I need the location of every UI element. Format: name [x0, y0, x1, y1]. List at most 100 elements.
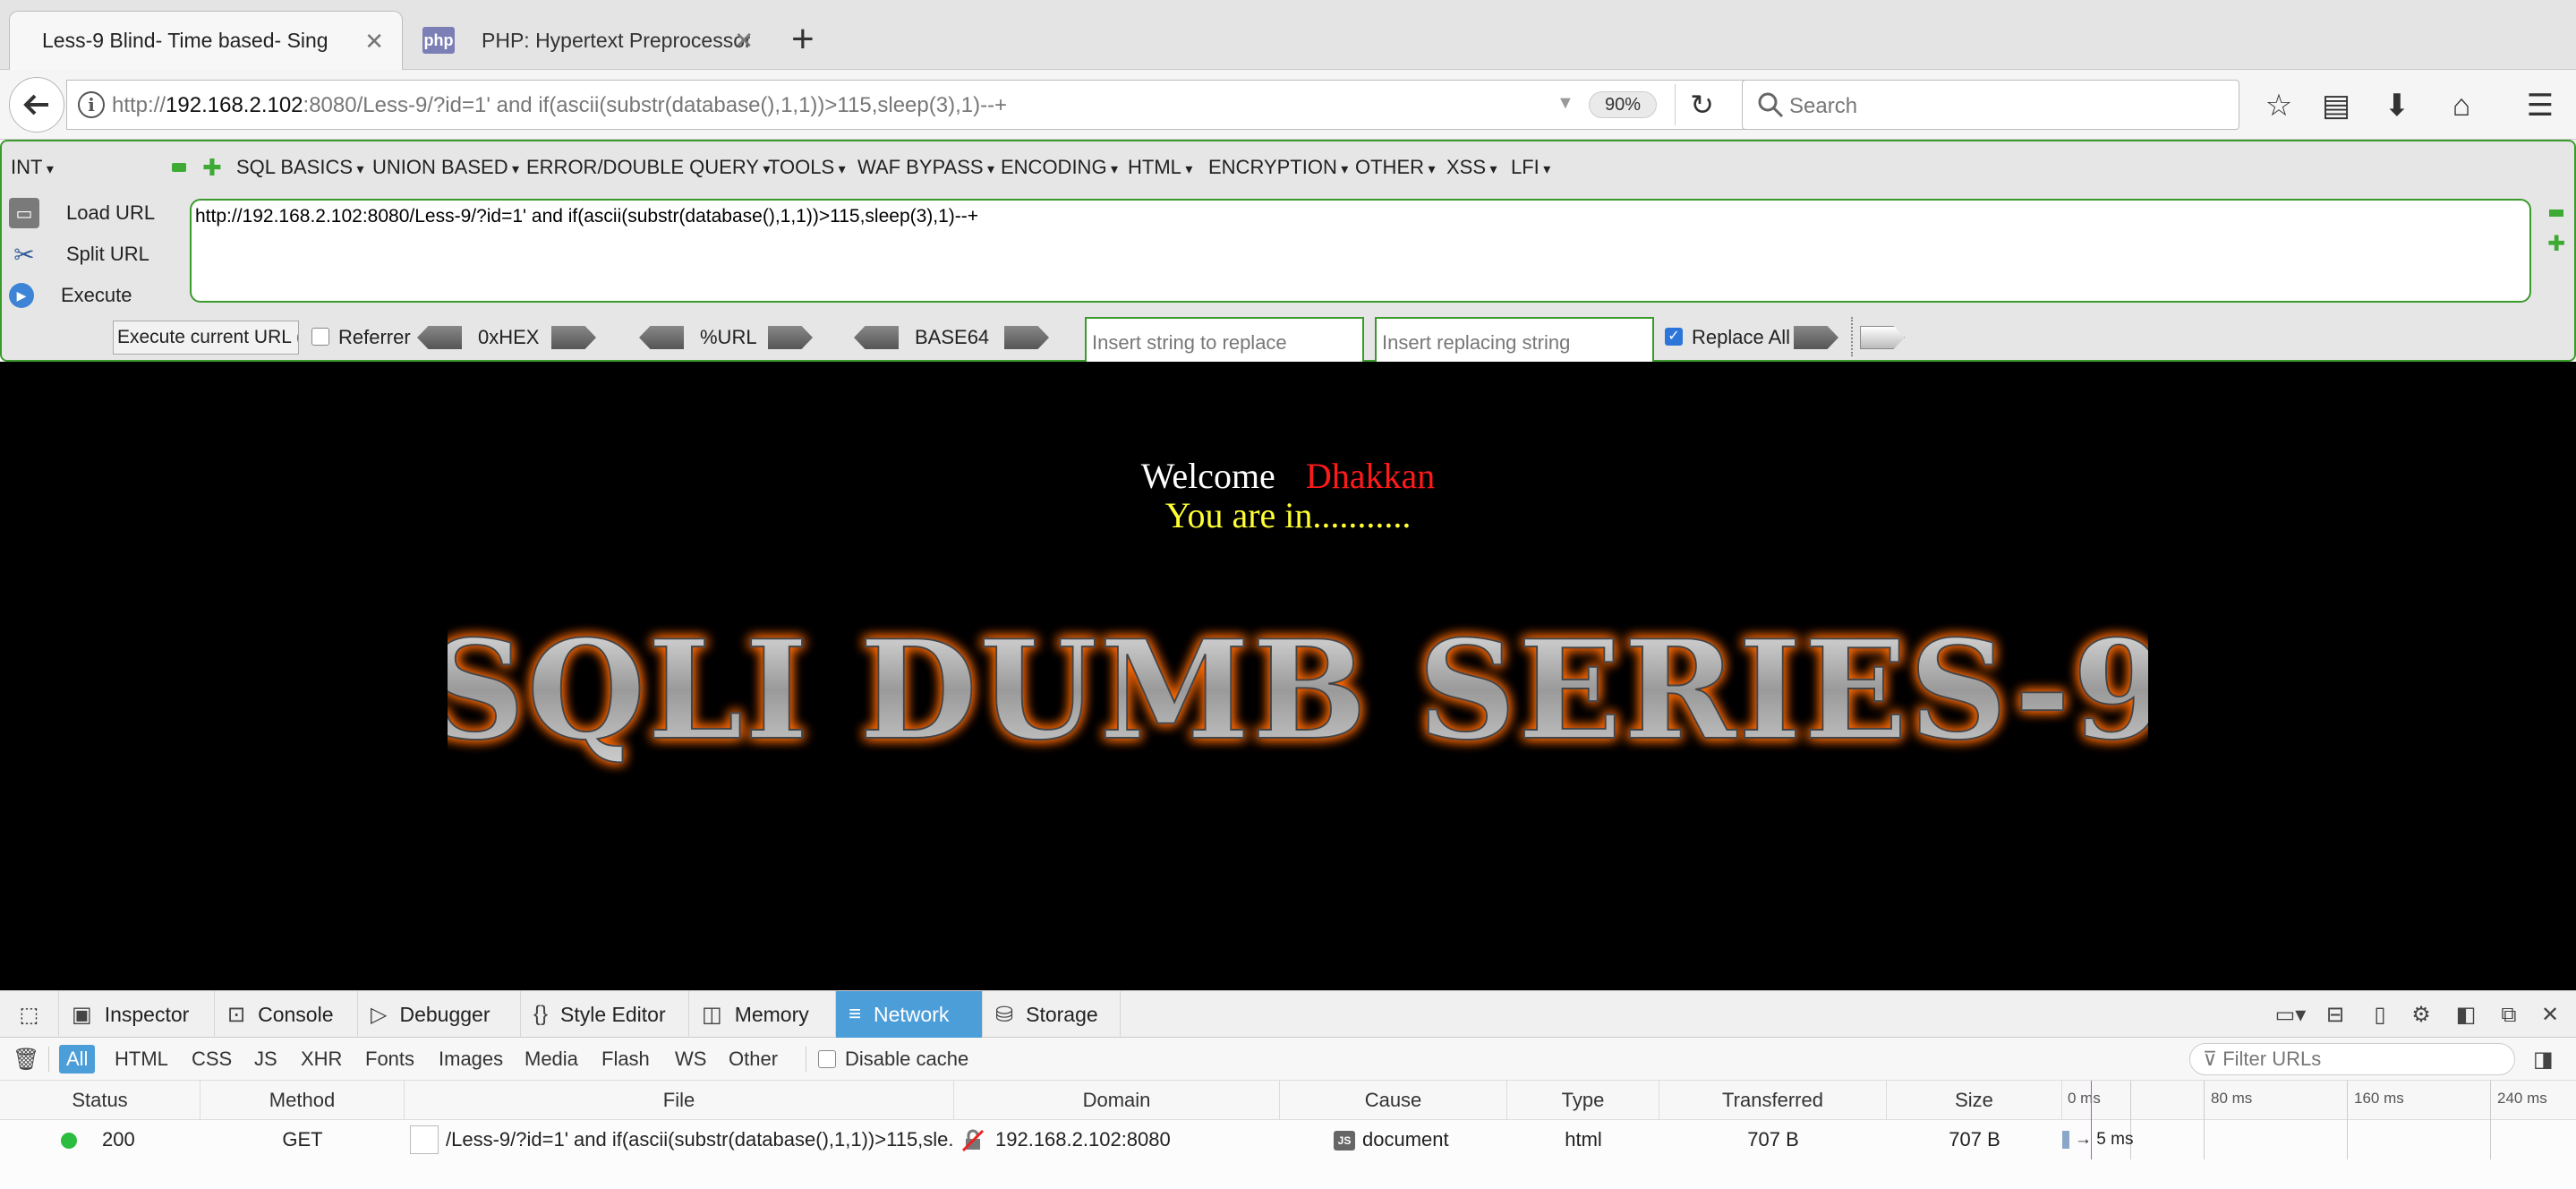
tab-debugger[interactable]: ▷ Debugger [358, 991, 521, 1038]
devtools-panel: ⬚ ▣ Inspector ⊡ Console ▷ Debugger {} Style … [0, 990, 2576, 1189]
filter-media[interactable]: Media [517, 1045, 585, 1074]
tab-storage[interactable]: ⛁ Storage [983, 991, 1121, 1038]
menu-lfi[interactable]: LFI [1511, 156, 1550, 179]
menu-union-based[interactable]: UNION BASED [372, 156, 519, 179]
back-button[interactable] [9, 77, 64, 133]
tab-inspector[interactable]: ▣ Inspector [59, 991, 215, 1038]
col-method[interactable]: Method [200, 1081, 405, 1120]
home-icon[interactable]: ⌂ [2442, 86, 2481, 125]
replace-execute-arrow-icon[interactable] [1860, 326, 1905, 349]
table-row[interactable]: 200 GET /Less-9/?id=1' and if(ascii(subs… [0, 1120, 2576, 1159]
menu-sql-basics[interactable]: SQL BASICS [236, 156, 364, 179]
filter-all[interactable]: All [59, 1045, 96, 1074]
menu-tools[interactable]: TOOLS [768, 156, 846, 179]
user-name: Dhakkan [1305, 456, 1436, 496]
url-text[interactable]: http://192.168.2.102:8080/Less-9/?id=1' … [112, 93, 1007, 118]
responsive-design-icon[interactable]: ▯ [2367, 1002, 2393, 1029]
tab-network[interactable]: ≡ Network [836, 991, 983, 1038]
settings-gear-icon[interactable]: ⚙ [2408, 1002, 2435, 1029]
zoom-indicator[interactable]: 90% [1589, 91, 1657, 118]
search-bar[interactable]: Search [1742, 80, 2239, 130]
split-console-icon[interactable]: ▭▾ [2270, 1002, 2311, 1029]
split-url-button[interactable]: ✂ Split URL [9, 236, 188, 272]
col-status[interactable]: Status [0, 1081, 200, 1120]
tab-label: Network [874, 1002, 950, 1026]
trash-icon[interactable]: 🗑 [13, 1047, 39, 1073]
menu-encoding[interactable]: ENCODING [1001, 156, 1118, 179]
filter-fonts[interactable]: Fonts [358, 1045, 422, 1074]
execute-button[interactable]: ▶ Execute [9, 278, 188, 313]
filter-urls-input[interactable]: ⊽ Filter URLs [2189, 1043, 2515, 1075]
new-tab-icon[interactable]: + [791, 20, 815, 59]
dock-side-icon[interactable]: ◧ [2452, 1002, 2479, 1029]
close-tab-icon[interactable]: ✕ [364, 28, 384, 56]
menu-error-double-query[interactable]: ERROR/DOUBLE QUERY [526, 156, 770, 179]
url-decode-arrow-icon[interactable] [639, 326, 684, 349]
referrer-checkbox[interactable] [311, 328, 329, 346]
col-file[interactable]: File [405, 1081, 954, 1120]
bookmark-star-icon[interactable]: ☆ [2259, 86, 2299, 125]
reader-filter-icon[interactable]: ▼ [1557, 93, 1574, 114]
col-transferred[interactable]: Transferred [1659, 1081, 1887, 1120]
toggle-sidebar-icon[interactable]: ◨ [2533, 1047, 2554, 1073]
hackbar-url-textarea[interactable]: http://192.168.2.102:8080/Less-9/?id=1' … [190, 199, 2531, 303]
hex-decode-arrow-icon[interactable] [417, 326, 462, 349]
tab-style-editor[interactable]: {} Style Editor [521, 991, 689, 1038]
col-type[interactable]: Type [1507, 1081, 1659, 1120]
tab-memory[interactable]: ◫ Memory [689, 991, 836, 1038]
menu-other[interactable]: OTHER [1355, 156, 1435, 179]
filter-js[interactable]: JS [247, 1045, 285, 1074]
filter-flash[interactable]: Flash [594, 1045, 657, 1074]
close-tab-icon[interactable]: ✕ [734, 27, 754, 55]
filter-ws[interactable]: WS [668, 1045, 713, 1074]
replace-arrow-icon[interactable] [1794, 326, 1838, 349]
replace-string-input[interactable]: Insert string to replace [1085, 317, 1364, 365]
tab-php[interactable]: php PHP: Hypertext Preprocessor ✕ [414, 11, 772, 70]
col-cause[interactable]: Cause [1280, 1081, 1507, 1120]
scratchpad-icon[interactable]: ⊟ [2322, 1002, 2349, 1029]
disable-cache-checkbox[interactable] [818, 1050, 836, 1068]
filter-images[interactable]: Images [431, 1045, 510, 1074]
tab-less9[interactable]: Less-9 Blind- Time based- Single Qu ✕ [9, 11, 403, 70]
replacing-string-input[interactable]: Insert replacing string [1375, 317, 1654, 365]
undock-icon[interactable]: ⧉ [2495, 1002, 2522, 1029]
menu-waf-bypass[interactable]: WAF BYPASS [857, 156, 994, 179]
menu-encryption[interactable]: ENCRYPTION [1208, 156, 1348, 179]
filter-html[interactable]: HTML [107, 1045, 175, 1074]
tab-console[interactable]: ⊡ Console [215, 991, 358, 1038]
hackbar-collapse-icon[interactable] [2549, 210, 2563, 217]
replace-all-checkbox[interactable]: ✓ [1665, 328, 1683, 346]
referrer-label: Referrer [338, 326, 411, 348]
reading-list-icon[interactable]: ▤ [2316, 86, 2356, 125]
load-url-button[interactable]: ▭ Load URL [9, 195, 188, 231]
menu-xss[interactable]: XSS [1446, 156, 1497, 179]
base64-decode-arrow-icon[interactable] [854, 326, 899, 349]
menu-hamburger-icon[interactable]: ☰ [2521, 86, 2560, 125]
col-domain[interactable]: Domain [954, 1081, 1280, 1120]
sqli-dumb-series-banner: SQLI DUMB SERIES-9 [448, 609, 2148, 771]
hex-encode-arrow-icon[interactable] [551, 326, 596, 349]
filter-icon: ⊽ [2203, 1048, 2223, 1070]
split-url-label: Split URL [66, 243, 149, 265]
filter-other[interactable]: Other [721, 1045, 785, 1074]
memory-icon: ◫ [702, 1002, 722, 1027]
navigation-bar: i http://192.168.2.102:8080/Less-9/?id=1… [0, 70, 2576, 140]
hackbar-type-label[interactable]: INT [11, 156, 54, 179]
element-picker-icon[interactable]: ⬚ [0, 991, 59, 1038]
reload-icon[interactable]: ↻ [1675, 84, 1728, 125]
col-size[interactable]: Size [1887, 1081, 2062, 1120]
url-encode-arrow-icon[interactable] [768, 326, 813, 349]
downloads-icon[interactable]: ⬇ [2377, 86, 2417, 125]
welcome-line: Welcome Dhakkan [0, 455, 2576, 497]
menu-html[interactable]: HTML [1128, 156, 1192, 179]
info-icon[interactable]: i [78, 91, 105, 118]
hackbar-expand-icon[interactable]: ✚ [2547, 231, 2565, 257]
execute-current-url-button[interactable]: Execute current URL ( [113, 321, 299, 355]
close-devtools-icon[interactable]: ✕ [2537, 1002, 2563, 1029]
url-bar[interactable]: i http://192.168.2.102:8080/Less-9/?id=1… [66, 80, 1770, 130]
base64-encode-arrow-icon[interactable] [1004, 326, 1049, 349]
hackbar-minus-icon[interactable] [172, 163, 186, 172]
hackbar-plus-icon[interactable]: ✚ [202, 156, 226, 179]
filter-xhr[interactable]: XHR [294, 1045, 349, 1074]
filter-css[interactable]: CSS [184, 1045, 239, 1074]
